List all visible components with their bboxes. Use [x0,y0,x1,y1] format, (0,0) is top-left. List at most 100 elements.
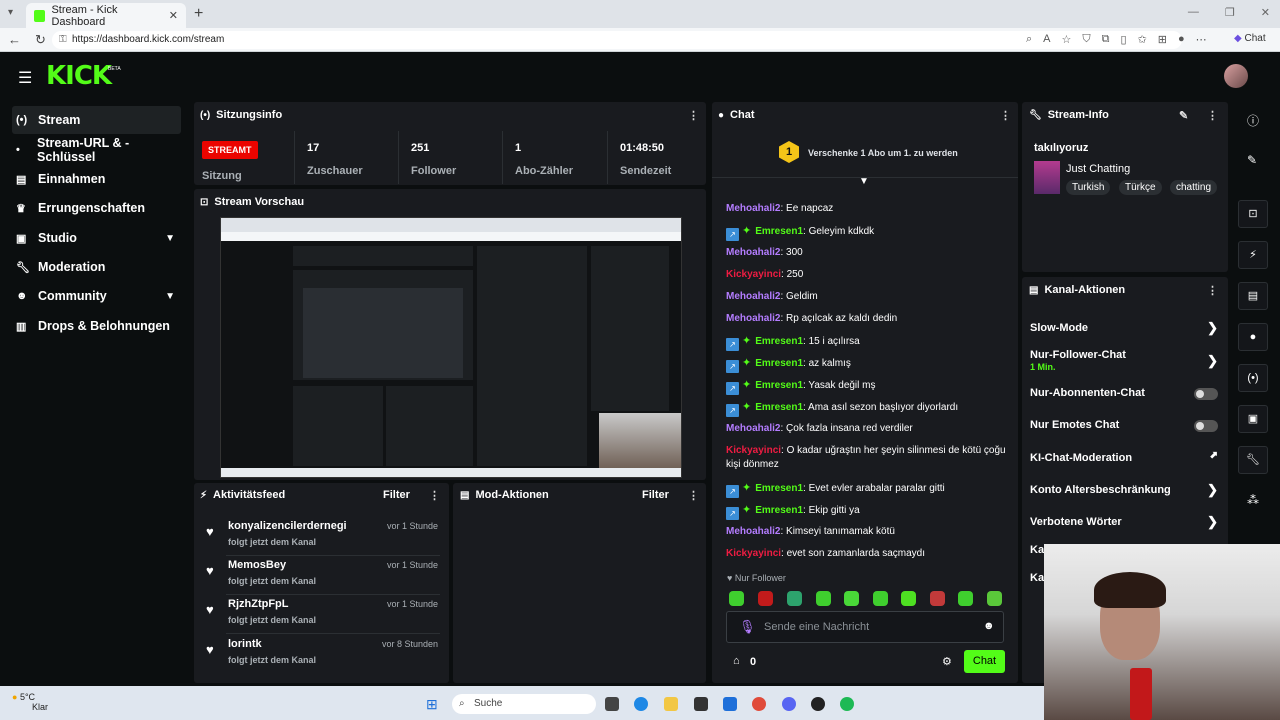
category-thumbnail[interactable] [1034,161,1060,194]
store-icon[interactable]: ⌂ [733,655,740,667]
extensions-icon[interactable]: ⧉ [1102,33,1110,46]
mod-filter-button[interactable]: Filter [642,489,669,501]
sidebar-item-stream-key[interactable]: • Stream-URL & -Schlüssel [12,136,181,164]
emote[interactable] [930,591,945,606]
lightning-action-icon[interactable]: ⚡︎ [1238,241,1268,269]
studio-action-icon[interactable]: ▣ [1238,405,1268,433]
spotify-icon[interactable] [840,697,854,711]
store-app-icon[interactable] [694,697,708,711]
url-field[interactable]: ⚿ https://dashboard.kick.com/stream [52,31,1182,49]
edge-icon[interactable] [634,697,648,711]
chat-username[interactable]: Emresen1 [755,336,803,347]
sidebar-item-moderation[interactable]: 🔧︎ Moderation [12,253,181,281]
chat-username[interactable]: Emresen1 [755,226,803,237]
pencil-icon[interactable]: ✎ [1247,153,1257,167]
slow-mode-row[interactable]: Slow-Mode ❯ [1030,320,1220,335]
chat-username[interactable]: Mehoahali2 [726,203,780,214]
close-window-icon[interactable]: ✕ [1261,6,1270,19]
chrome-icon[interactable] [752,697,766,711]
chat-username[interactable]: Mehoahali2 [726,313,780,324]
weather-widget[interactable]: ● 5°C Klar [12,692,48,712]
back-icon[interactable]: ← [8,32,21,48]
file-explorer-icon[interactable] [664,697,678,711]
profile-icon[interactable]: ● [1178,33,1185,46]
emote[interactable] [987,591,1002,606]
chat-username[interactable]: Mehoahali2 [726,526,780,537]
chat-username[interactable]: Mehoahali2 [726,423,780,434]
stream-info-menu-icon[interactable]: ⋮ [1207,109,1218,122]
windows-start-icon[interactable]: ⊞ [426,696,438,713]
sidebar-item-stream[interactable]: (•) Stream [12,106,181,134]
follower-name[interactable]: konyalizencilerdernegi [228,520,347,532]
chat-menu-icon[interactable]: ⋮ [1000,109,1011,122]
chat-username[interactable]: Mehoahali2 [726,291,780,302]
chat-username[interactable]: Emresen1 [755,402,803,413]
mod-menu-icon[interactable]: ⋮ [688,489,699,502]
taskbar-search[interactable]: ⌕ Suche [452,694,596,714]
emote[interactable] [958,591,973,606]
emote[interactable] [816,591,831,606]
chat-username[interactable]: Emresen1 [755,483,803,494]
sidebar-item-community[interactable]: ☻ Community ▼ [12,282,181,310]
pinned-toggle-icon[interactable]: ▼ [859,176,869,187]
edit-icon[interactable]: ✎ [1179,109,1188,122]
emote[interactable] [787,591,802,606]
wrench-action-icon[interactable]: 🔧︎ [1238,446,1268,474]
shield-icon[interactable]: ⛉ [1082,33,1090,46]
community-action-icon[interactable]: ⁂ [1247,493,1259,507]
zoom-icon[interactable]: ⌕ [1026,33,1032,46]
sidebar-item-drops[interactable]: ▥ Drops & Belohnungen [12,312,181,340]
banned-words-row[interactable]: Verbotene Wörter ❯ [1030,514,1220,529]
favorite-icon[interactable]: ☆ [1062,33,1072,46]
sidebar-item-earnings[interactable]: ▤ Einnahmen [12,165,181,193]
follower-name[interactable]: MemosBey [228,559,286,571]
chat-username[interactable]: Emresen1 [755,380,803,391]
browser-tab[interactable]: Stream - Kick Dashboard ✕ [26,3,186,28]
chat-username[interactable]: Mehoahali2 [726,247,780,258]
copilot-button[interactable]: ◆ Chat [1234,33,1266,44]
activity-filter-button[interactable]: Filter [383,489,410,501]
ai-moderation-row[interactable]: KI-Chat-Moderation ⬈ [1030,450,1220,464]
follower-chat-row[interactable]: Nur-Follower-Chat 1 Min. ❯ [1030,349,1220,373]
more-icon[interactable]: ⋯ [1196,33,1207,46]
stream-preview-video[interactable] [220,217,682,478]
maximize-icon[interactable]: ❐ [1225,6,1235,19]
age-restriction-row[interactable]: Konto Altersbeschränkung ❯ [1030,482,1220,497]
chat-username[interactable]: Kickyayinci [726,445,781,456]
chat-username[interactable]: Emresen1 [755,505,803,516]
camera-action-icon[interactable]: ⊡ [1238,200,1268,228]
chat-username[interactable]: Kickyayinci [726,269,781,280]
emote[interactable] [758,591,773,606]
site-info-icon[interactable]: ⚿ [59,31,67,49]
user-avatar[interactable] [1224,64,1248,88]
follower-name[interactable]: RjzhZtpFpL [228,598,288,610]
broadcast-action-icon[interactable]: (•) [1238,364,1268,392]
split-screen-icon[interactable]: ▯ [1121,33,1127,46]
discord-icon[interactable] [782,697,796,711]
read-aloud-icon[interactable]: A [1043,33,1050,46]
category-name[interactable]: Just Chatting [1066,163,1130,175]
favorites-icon[interactable]: ✩ [1138,33,1147,46]
kick-logo[interactable]: KICK [46,61,112,91]
new-tab-icon[interactable]: + [194,5,203,23]
tab-list-icon[interactable]: ▾ [8,7,13,18]
minimize-icon[interactable]: — [1188,6,1199,19]
info-icon[interactable]: ⓘ [1247,112,1259,129]
sub-chat-toggle[interactable] [1194,388,1218,400]
chat-username[interactable]: Kickyayinci [726,548,781,559]
session-menu-icon[interactable]: ⋮ [688,109,699,122]
outlook-icon[interactable] [723,697,737,711]
emote[interactable] [844,591,859,606]
obs-icon[interactable] [811,697,825,711]
follower-name[interactable]: lorintk [228,638,262,650]
emote[interactable] [901,591,916,606]
hamburger-menu-icon[interactable]: ☰ [18,68,32,88]
document-action-icon[interactable]: ▤ [1238,282,1268,310]
sidebar-item-studio[interactable]: ▣ Studio ▼ [12,224,181,252]
channel-actions-menu-icon[interactable]: ⋮ [1207,284,1218,297]
emote-chat-toggle[interactable] [1194,420,1218,432]
chat-send-button[interactable]: Chat [964,650,1005,673]
emote[interactable] [729,591,744,606]
emote[interactable] [873,591,888,606]
close-tab-icon[interactable]: ✕ [169,9,178,22]
